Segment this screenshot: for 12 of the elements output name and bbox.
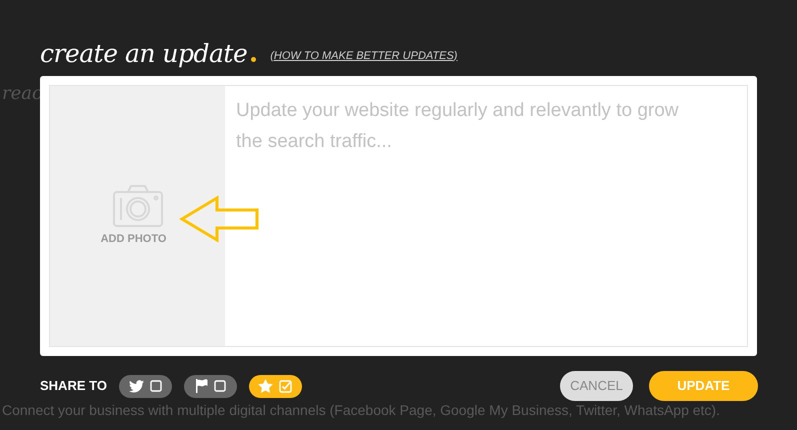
share-label: SHARE TO (40, 377, 107, 396)
modal-title: create an update (40, 38, 248, 70)
cancel-button[interactable]: CANCEL (560, 371, 633, 401)
share-toggle[interactable] (118, 374, 172, 398)
help-link[interactable]: (HOW TO MAKE BETTER UPDATES) (270, 48, 458, 64)
share-toggle[interactable] (248, 374, 302, 398)
star-icon (258, 379, 274, 393)
share-toggle[interactable] (184, 374, 237, 398)
bird-icon (128, 380, 144, 392)
background-text: Connect your business with multiple digital channels (Facebook Page, Google My Business, Twitter, WhatsApp etc). (2, 401, 720, 420)
flag-icon (194, 379, 208, 393)
update-button[interactable]: UPDATE (649, 371, 758, 401)
